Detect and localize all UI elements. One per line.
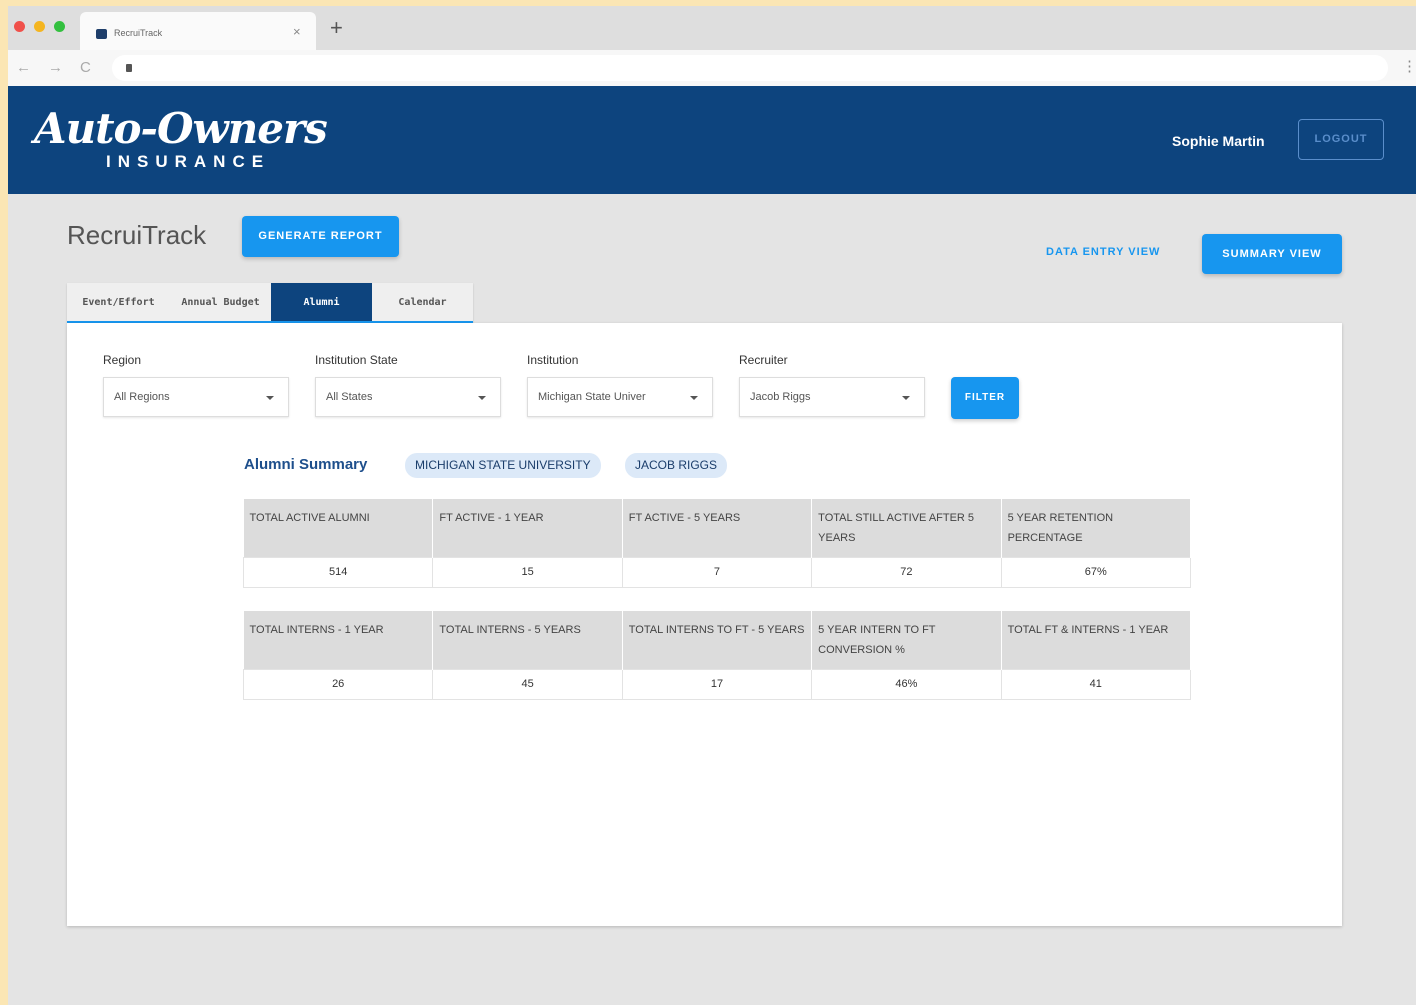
- table-header: FT ACTIVE - 1 YEAR: [432, 499, 623, 557]
- table-header: TOTAL FT & INTERNS - 1 YEAR: [1001, 611, 1192, 669]
- recruiter-label: Recruiter: [739, 353, 788, 367]
- browser-tab[interactable]: RecruiTrack ×: [80, 12, 316, 50]
- close-window-button[interactable]: [14, 21, 25, 32]
- logout-button[interactable]: LOGOUT: [1298, 119, 1384, 160]
- user-name: Sophie Martin: [1172, 133, 1265, 149]
- browser-menu-icon[interactable]: ⋮: [1402, 57, 1416, 75]
- table-header: TOTAL INTERNS - 1 YEAR: [243, 611, 434, 669]
- data-entry-view-link[interactable]: DATA ENTRY VIEW: [1046, 246, 1160, 258]
- new-tab-icon[interactable]: +: [330, 15, 343, 41]
- tab-close-icon[interactable]: ×: [293, 24, 301, 39]
- table-row: 514 15 7 72 67%: [242, 556, 1192, 588]
- institution-select[interactable]: Michigan State Univer: [527, 377, 713, 417]
- institution-label: Institution: [527, 353, 579, 367]
- browser-tab-title: RecruiTrack: [114, 28, 163, 38]
- intern-stats-table: TOTAL INTERNS - 1 YEAR TOTAL INTERNS - 5…: [242, 611, 1192, 700]
- maximize-window-button[interactable]: [54, 21, 65, 32]
- table-header-row: TOTAL INTERNS - 1 YEAR TOTAL INTERNS - 5…: [243, 611, 1192, 669]
- tab-annual-budget[interactable]: Annual Budget: [170, 283, 271, 323]
- browser-tab-bar: RecruiTrack × +: [8, 6, 1416, 50]
- alumni-stats-table: TOTAL ACTIVE ALUMNI FT ACTIVE - 1 YEAR F…: [242, 499, 1192, 588]
- tab-event-effort[interactable]: Event/Effort: [67, 283, 170, 323]
- region-value: All Regions: [114, 391, 170, 403]
- table-cell: 17: [621, 668, 813, 700]
- forward-arrow-icon[interactable]: →: [48, 59, 63, 76]
- address-bar: ← → C ⋮: [8, 50, 1416, 86]
- table-header: 5 YEAR INTERN TO FT CONVERSION %: [811, 611, 1002, 669]
- table-header-row: TOTAL ACTIVE ALUMNI FT ACTIVE - 1 YEAR F…: [243, 499, 1192, 557]
- state-label: Institution State: [315, 353, 398, 367]
- table-header: FT ACTIVE - 5 YEARS: [622, 499, 813, 557]
- table-header: TOTAL INTERNS TO FT - 5 YEARS: [622, 611, 813, 669]
- recruiter-select[interactable]: Jacob Riggs: [739, 377, 925, 417]
- region-label: Region: [103, 353, 142, 367]
- recruiter-value: Jacob Riggs: [750, 391, 811, 403]
- table-header: TOTAL ACTIVE ALUMNI: [243, 499, 434, 557]
- minimize-window-button[interactable]: [34, 21, 45, 32]
- chevron-down-icon: [266, 396, 274, 400]
- content-card: Region All Regions Institution State All…: [67, 323, 1342, 926]
- recruiter-chip: JACOB RIGGS: [625, 453, 728, 478]
- summary-view-button[interactable]: SUMMARY VIEW: [1202, 234, 1342, 274]
- page-title: RecruiTrack: [67, 220, 207, 250]
- table-cell: 45: [432, 668, 623, 700]
- institution-value: Michigan State Univer: [538, 391, 646, 403]
- table-header: TOTAL INTERNS - 5 YEARS: [432, 611, 623, 669]
- favicon-icon: [96, 29, 107, 39]
- state-select[interactable]: All States: [315, 377, 501, 417]
- reload-icon[interactable]: C: [80, 59, 91, 76]
- logo-subtitle: INSURANCE: [106, 152, 271, 171]
- lock-icon: [126, 64, 132, 72]
- filter-button[interactable]: FILTER: [951, 377, 1019, 419]
- table-cell: 46%: [811, 668, 1002, 700]
- table-row: 26 45 17 46% 41: [242, 668, 1192, 700]
- region-select[interactable]: All Regions: [103, 377, 289, 417]
- chevron-down-icon: [690, 396, 698, 400]
- summary-title: Alumni Summary: [244, 456, 368, 473]
- chevron-down-icon: [478, 396, 486, 400]
- state-value: All States: [326, 391, 373, 403]
- tab-calendar[interactable]: Calendar: [372, 283, 473, 323]
- generate-report-button[interactable]: GENERATE REPORT: [242, 216, 399, 257]
- logo-wordmark: Auto-Owners: [34, 104, 328, 153]
- back-arrow-icon[interactable]: ←: [16, 59, 31, 76]
- table-cell: 15: [432, 556, 623, 588]
- table-cell: 514: [242, 556, 434, 588]
- browser-window: RecruiTrack × + ← → C ⋮ Auto-Owners INSU…: [8, 6, 1416, 1005]
- app-header: Auto-Owners INSURANCE Sophie Martin LOGO…: [8, 86, 1416, 194]
- url-input[interactable]: [112, 55, 1388, 81]
- institution-chip: MICHIGAN STATE UNIVERSITY: [405, 453, 601, 478]
- table-cell: 26: [242, 668, 434, 700]
- table-cell: 67%: [1000, 556, 1192, 588]
- chevron-down-icon: [902, 396, 910, 400]
- table-header: 5 YEAR RETENTION PERCENTAGE: [1001, 499, 1192, 557]
- table-cell: 41: [1000, 668, 1192, 700]
- table-cell: 72: [811, 556, 1002, 588]
- section-tabs: Event/Effort Annual Budget Alumni Calend…: [67, 283, 473, 323]
- tab-alumni[interactable]: Alumni: [271, 283, 372, 323]
- table-cell: 7: [621, 556, 813, 588]
- table-header: TOTAL STILL ACTIVE AFTER 5 YEARS: [811, 499, 1002, 557]
